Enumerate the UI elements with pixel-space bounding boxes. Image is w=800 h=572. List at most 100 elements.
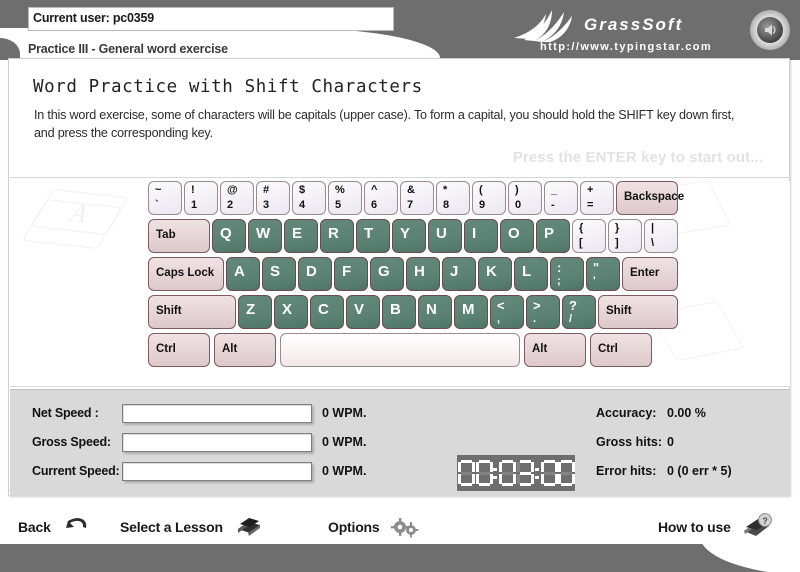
key-alt[interactable]: Alt [524, 333, 586, 367]
key-label: Ctrl [598, 343, 618, 355]
key-r[interactable]: R [320, 219, 354, 253]
key-lower-label: ; [557, 275, 561, 287]
sound-toggle-button[interactable] [750, 10, 790, 50]
key-$4[interactable]: $4 [292, 181, 326, 215]
key-~`[interactable]: ~ ` [148, 181, 182, 215]
key-j[interactable]: J [442, 257, 476, 291]
key-x[interactable]: X [274, 295, 308, 329]
key-:;[interactable]: :; [550, 257, 584, 291]
key-?/[interactable]: ? / [562, 295, 596, 329]
key-c[interactable]: C [310, 295, 344, 329]
key-label: Alt [222, 343, 238, 355]
key-caps-lock[interactable]: Caps Lock [148, 257, 224, 291]
key-v[interactable]: V [346, 295, 380, 329]
stat-value-box-3[interactable] [122, 462, 312, 481]
key-upper-label: & [407, 184, 415, 196]
stat-value-box-1[interactable] [122, 404, 312, 423]
key-enter[interactable]: Enter [622, 257, 678, 291]
key-upper-label: ^ [371, 184, 378, 196]
key-lower-label: \ [651, 237, 655, 249]
key-shift[interactable]: Shift [148, 295, 236, 329]
key-lower-label: 7 [407, 199, 414, 211]
nav-button-how-to-use[interactable]: How to use? [658, 510, 774, 544]
key-z[interactable]: Z [238, 295, 272, 329]
key-lower-label: - [551, 199, 555, 211]
key-u[interactable]: U [428, 219, 462, 253]
key-e[interactable]: E [284, 219, 318, 253]
nav-button-select-a-lesson[interactable]: Select a Lesson [120, 510, 266, 544]
key-shift[interactable]: Shift [598, 295, 678, 329]
key-label: Y [400, 225, 411, 242]
key-o[interactable]: O [500, 219, 534, 253]
key-t[interactable]: T [356, 219, 390, 253]
key-|\[interactable]: | \ [644, 219, 678, 253]
grass-logo-icon [514, 10, 572, 42]
key-upper-label: ( [479, 184, 483, 196]
key-&7[interactable]: & 7 [400, 181, 434, 215]
key-+=[interactable]: + = [580, 181, 614, 215]
key-upper-label: } [615, 222, 620, 234]
stat-value-right-2: 0 [667, 435, 674, 449]
key-i[interactable]: I [464, 219, 498, 253]
key-!1[interactable]: ! 1 [184, 181, 218, 215]
key->.[interactable]: >. [526, 295, 560, 329]
key-lower-label: , [497, 313, 501, 325]
key-upper-label: ! [191, 184, 195, 196]
key-l[interactable]: L [514, 257, 548, 291]
key-_-[interactable]: _ - [544, 181, 578, 215]
key-b[interactable]: B [382, 295, 416, 329]
key-a[interactable]: A [226, 257, 260, 291]
key-<,[interactable]: <, [490, 295, 524, 329]
key-q[interactable]: Q [212, 219, 246, 253]
key-lower-label: ` [155, 199, 159, 211]
nav-button-back[interactable]: Back [18, 510, 94, 544]
key-#3[interactable]: #3 [256, 181, 290, 215]
help-book-icon: ? [739, 510, 774, 544]
key-upper-label: @ [227, 184, 238, 196]
key-d[interactable]: D [298, 257, 332, 291]
key-g[interactable]: G [370, 257, 404, 291]
key-upper-label: + [587, 184, 594, 196]
key-upper-label: < [497, 298, 505, 313]
key-tab[interactable]: Tab [148, 219, 210, 253]
key-}][interactable]: }] [608, 219, 642, 253]
key-(9[interactable]: (9 [472, 181, 506, 215]
key-label: Ctrl [156, 343, 176, 355]
key-upper-label: # [263, 184, 270, 196]
stat-value-box-2[interactable] [122, 433, 312, 452]
key-f[interactable]: F [334, 257, 368, 291]
key-"'[interactable]: " ' [586, 257, 620, 291]
key-alt[interactable]: Alt [214, 333, 276, 367]
key-label: Tab [156, 229, 176, 241]
key-)0[interactable]: ) 0 [508, 181, 542, 215]
key-k[interactable]: K [478, 257, 512, 291]
key-h[interactable]: H [406, 257, 440, 291]
key-p[interactable]: P [536, 219, 570, 253]
key-backspace[interactable]: Backspace [616, 181, 684, 215]
key-n[interactable]: N [418, 295, 452, 329]
timer-digit-1 [458, 460, 476, 486]
stat-label-left-2: Gross Speed: [32, 435, 111, 449]
key-space[interactable] [280, 333, 520, 367]
key-label: E [292, 225, 303, 242]
key-ctrl[interactable]: Ctrl [590, 333, 652, 367]
key-w[interactable]: W [248, 219, 282, 253]
key-s[interactable]: S [262, 257, 296, 291]
key-*8[interactable]: * 8 [436, 181, 470, 215]
key-lower-label: 9 [479, 199, 486, 211]
key-@2[interactable]: @2 [220, 181, 254, 215]
key-m[interactable]: M [454, 295, 488, 329]
key-lower-label: 0 [515, 199, 522, 211]
practice-breadcrumb-label: Practice III - General word exercise [28, 42, 228, 56]
stat-label-left-3: Current Speed: [32, 464, 120, 478]
stat-unit-3: 0 WPM. [322, 464, 367, 478]
key-{[[interactable]: {[ [572, 219, 606, 253]
key-^6[interactable]: ^ 6 [364, 181, 398, 215]
key-lower-label: 1 [191, 199, 198, 211]
bottom-navigation-bar: Back Select a Lesson Options How to use? [0, 498, 800, 572]
key-y[interactable]: Y [392, 219, 426, 253]
bottom-gray-strip [0, 544, 800, 572]
key-%5[interactable]: % 5 [328, 181, 362, 215]
nav-button-options[interactable]: Options [328, 510, 423, 544]
key-ctrl[interactable]: Ctrl [148, 333, 210, 367]
